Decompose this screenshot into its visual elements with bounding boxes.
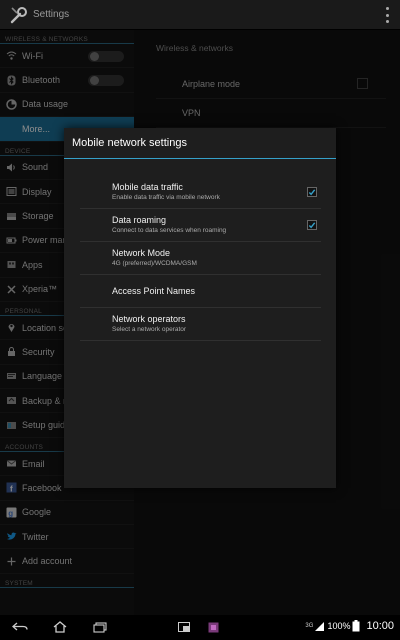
navigation-bar: 3G 100% 10:00 bbox=[0, 615, 400, 640]
recent-apps-button[interactable] bbox=[92, 620, 108, 634]
settings-wrench-icon[interactable] bbox=[8, 4, 30, 26]
signal-icon bbox=[315, 621, 325, 631]
row-title: Data roaming bbox=[112, 215, 167, 225]
action-bar: Settings bbox=[0, 0, 400, 30]
row-subtitle: 4G (preferred)/WCDMA/GSM bbox=[112, 260, 197, 267]
back-button[interactable] bbox=[12, 620, 28, 634]
row-title: Mobile data traffic bbox=[112, 182, 183, 192]
notification-app-icon[interactable] bbox=[207, 620, 219, 634]
home-button[interactable] bbox=[52, 620, 68, 634]
row-title: Network operators bbox=[112, 314, 186, 324]
small-apps-icon[interactable] bbox=[178, 620, 190, 634]
row-subtitle: Select a network operator bbox=[112, 326, 187, 333]
check-icon bbox=[308, 188, 316, 195]
network-operators-row[interactable]: Network operators Select a network opera… bbox=[80, 308, 321, 341]
dialog-list: Mobile data traffic Enable data traffic … bbox=[64, 176, 336, 341]
battery-icon bbox=[352, 620, 360, 632]
action-bar-title: Settings bbox=[33, 9, 70, 20]
clock: 10:00 bbox=[366, 620, 394, 632]
home-icon bbox=[53, 621, 67, 633]
mobile-data-checkbox[interactable] bbox=[307, 187, 317, 197]
data-roaming-checkbox[interactable] bbox=[307, 220, 317, 230]
access-point-names-row[interactable]: Access Point Names bbox=[80, 275, 321, 308]
battery-percent: 100% bbox=[327, 621, 351, 631]
dialog-title: Mobile network settings bbox=[64, 128, 336, 159]
network-type: 3G bbox=[305, 623, 314, 629]
data-roaming-row[interactable]: Data roaming Connect to data services wh… bbox=[80, 209, 321, 242]
overflow-menu-icon[interactable] bbox=[386, 7, 390, 23]
row-title: Access Point Names bbox=[112, 285, 196, 296]
network-mode-row[interactable]: Network Mode 4G (preferred)/WCDMA/GSM bbox=[80, 242, 321, 275]
row-subtitle: Enable data traffic via mobile network bbox=[112, 194, 220, 201]
mobile-data-traffic-row[interactable]: Mobile data traffic Enable data traffic … bbox=[80, 176, 321, 209]
back-icon bbox=[12, 622, 28, 631]
row-subtitle: Connect to data services when roaming bbox=[112, 227, 227, 234]
status-area: 3G 100% 10:00 bbox=[305, 620, 394, 632]
mobile-network-dialog: Mobile network settings Mobile data traf… bbox=[64, 128, 336, 488]
recent-apps-icon bbox=[93, 621, 107, 633]
check-icon bbox=[308, 221, 316, 228]
row-title: Network Mode bbox=[112, 248, 171, 258]
